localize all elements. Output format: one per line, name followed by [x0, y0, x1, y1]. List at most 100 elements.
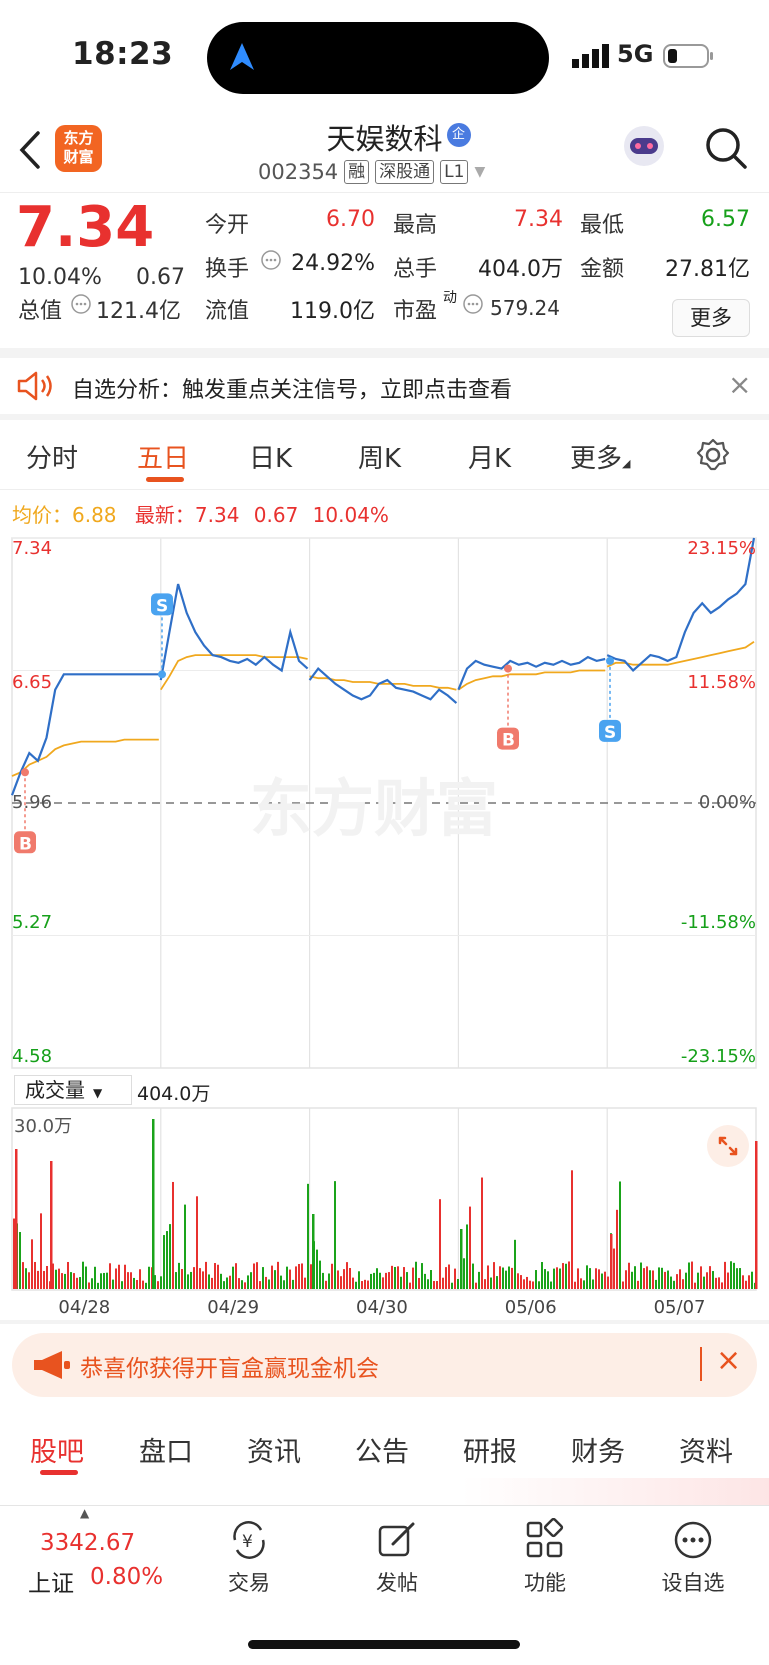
- tab-announcements[interactable]: 公告: [355, 1430, 409, 1469]
- alert-bar[interactable]: 自选分析：触发重点关注信号，立即点击查看 ×: [0, 358, 769, 414]
- close-icon[interactable]: ×: [716, 1343, 741, 1378]
- section-divider: [0, 348, 769, 358]
- tab-guba[interactable]: 股吧: [30, 1430, 84, 1469]
- volume-bar: [460, 1229, 463, 1289]
- banner-text: 恭喜你获得开盲盒赢现金机会: [80, 1356, 379, 1382]
- volume-bar: [22, 1262, 24, 1289]
- volume-bar: [334, 1181, 336, 1289]
- volume-bar: [229, 1275, 231, 1289]
- tab-five-day[interactable]: 五日: [137, 438, 189, 475]
- dropdown-caret-icon[interactable]: ▼: [474, 164, 485, 180]
- tab-financials[interactable]: 财务: [571, 1430, 625, 1469]
- info-dots-icon[interactable]: [70, 293, 92, 315]
- volume-bar: [352, 1277, 354, 1289]
- x-tick-date: 04/28: [58, 1297, 111, 1318]
- x-tick-date: 04/29: [207, 1297, 260, 1318]
- volume-bar: [349, 1268, 351, 1289]
- quote-more-button[interactable]: 更多: [672, 299, 750, 337]
- volume-bar: [109, 1263, 111, 1289]
- volume-bar: [265, 1276, 267, 1289]
- index-pct[interactable]: 0.80%: [90, 1564, 163, 1590]
- info-dots-icon[interactable]: [260, 249, 282, 271]
- volume-bar: [184, 1204, 186, 1289]
- tab-profile[interactable]: 资料: [679, 1430, 733, 1469]
- tab-daily-k[interactable]: 日K: [249, 438, 292, 475]
- volume-bar: [25, 1268, 27, 1289]
- info-dots-icon[interactable]: [462, 293, 484, 315]
- nav-post[interactable]: 发帖: [342, 1518, 452, 1597]
- volume-bar: [37, 1270, 39, 1289]
- volume-bar: [382, 1277, 384, 1289]
- volume-bar: [487, 1265, 489, 1289]
- tab-orderbook[interactable]: 盘口: [139, 1430, 193, 1469]
- tab-more[interactable]: 更多◢: [570, 438, 630, 475]
- settings-icon[interactable]: [696, 438, 730, 472]
- volume-bar: [451, 1282, 453, 1289]
- volume-bar: [232, 1266, 234, 1289]
- volume-bar: [679, 1269, 681, 1289]
- robot-assistant-icon[interactable]: [620, 122, 668, 172]
- volume-bar: [724, 1261, 726, 1289]
- volume-bar: [376, 1268, 378, 1289]
- tab-active-indicator: [40, 1470, 78, 1475]
- volume-bar: [358, 1271, 360, 1289]
- stock-code-row: 002354 融 深股通 L1 ▼: [258, 160, 485, 184]
- grid-apps-icon: [526, 1517, 564, 1558]
- volume-bar: [673, 1280, 675, 1289]
- volume-bar: [121, 1281, 123, 1289]
- volume-bar: [217, 1264, 219, 1289]
- volume-bar: [580, 1278, 582, 1289]
- volume-bar: [469, 1206, 471, 1289]
- y-tick-right-1: 11.58%: [687, 672, 756, 693]
- volume-bar: [274, 1270, 276, 1289]
- volume-bar: [727, 1272, 729, 1289]
- yen-exchange-icon: ¥: [233, 1521, 265, 1559]
- trade-marker-label: B: [19, 834, 32, 854]
- edit-post-icon: [378, 1522, 415, 1557]
- promo-banner[interactable]: 恭喜你获得开盲盒赢现金机会 ×: [12, 1333, 757, 1397]
- index-value[interactable]: 3342.67: [40, 1530, 135, 1556]
- open-value: 6.70: [326, 207, 375, 232]
- volume-bar: [676, 1274, 678, 1289]
- volume-bar: [547, 1271, 549, 1289]
- volume-indicator-selector[interactable]: 成交量 ▼: [14, 1075, 132, 1105]
- volume-bar: [283, 1280, 285, 1289]
- close-icon[interactable]: ×: [728, 368, 751, 401]
- five-day-price-chart[interactable]: 东方财富 B S B S: [0, 530, 769, 1075]
- volume-bar: [631, 1271, 633, 1289]
- tab-intraday[interactable]: 分时: [26, 438, 78, 475]
- volume-bar: [271, 1265, 273, 1289]
- expand-icon[interactable]: [706, 1124, 750, 1168]
- nav-add-watchlist[interactable]: 设自选: [638, 1518, 748, 1597]
- volume-bar: [484, 1279, 486, 1289]
- volume-bar: [658, 1267, 660, 1289]
- up-caret-icon: ▲: [80, 1506, 90, 1520]
- volume-bar: [268, 1279, 270, 1289]
- volume-bar: [718, 1277, 720, 1289]
- tab-news[interactable]: 资讯: [247, 1430, 301, 1469]
- volume-bar: [226, 1277, 228, 1289]
- search-icon[interactable]: [704, 126, 748, 170]
- volume-bar: [478, 1271, 480, 1289]
- tab-monthly-k[interactable]: 月K: [468, 438, 511, 475]
- nav-trade[interactable]: ¥ 交易: [194, 1518, 304, 1597]
- tab-weekly-k[interactable]: 周K: [358, 438, 401, 475]
- volume-bar: [541, 1262, 543, 1289]
- mktcap-value: 121.4亿: [96, 299, 181, 324]
- volume-bar: [697, 1272, 699, 1289]
- volume-bar: [28, 1272, 30, 1289]
- high-label: 最高: [393, 213, 438, 238]
- volume-bar: [457, 1278, 459, 1289]
- volume-bar: [706, 1272, 708, 1289]
- tab-research[interactable]: 研报: [463, 1430, 517, 1469]
- index-name[interactable]: 上证: [28, 1564, 74, 1598]
- volume-bar: [406, 1272, 408, 1289]
- nav-functions[interactable]: 功能: [490, 1517, 600, 1597]
- volume-bar: [721, 1282, 723, 1289]
- volume-bar: [319, 1260, 321, 1289]
- network-label: 5G: [617, 40, 654, 68]
- volume-bar: [523, 1279, 525, 1289]
- volume-bar: [277, 1261, 279, 1289]
- volume-bar: [571, 1170, 573, 1289]
- volume-bar: [13, 1218, 15, 1289]
